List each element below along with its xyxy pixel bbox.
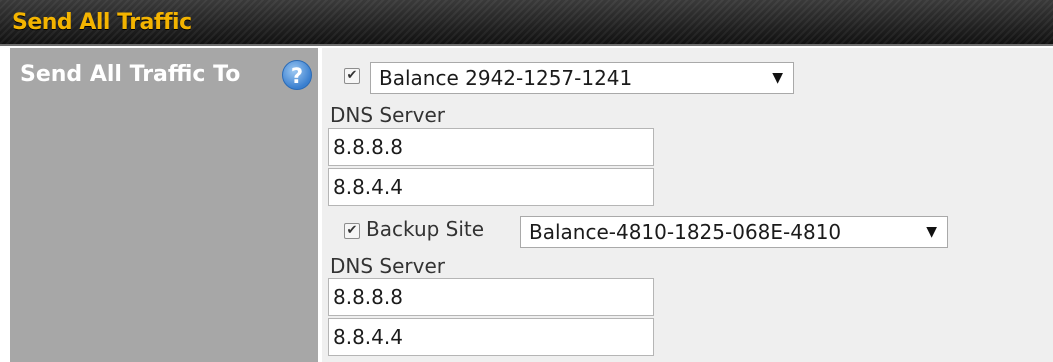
backup-peer-selected-value: Balance-4810-1825-068E-4810: [529, 220, 842, 244]
triangle-down-icon: ▼: [772, 70, 783, 86]
section-title: Send All Traffic: [12, 10, 192, 35]
checkmark-icon: ✔: [346, 223, 358, 238]
backup-peer-select[interactable]: Balance-4810-1825-068E-4810 ▼: [520, 216, 948, 248]
send-all-traffic-checkbox[interactable]: ✔: [344, 68, 360, 84]
send-all-traffic-to-label: Send All Traffic To: [20, 62, 241, 87]
send-all-traffic-panel: Send All Traffic Send All Traffic To ? ✔…: [0, 0, 1053, 362]
backup-dns-1-input[interactable]: 8.8.8.8: [328, 278, 654, 316]
backup-site-checkbox[interactable]: ✔: [344, 223, 360, 239]
value-cell: ✔ Balance 2942-1257-1241 ▼ DNS Server 8.…: [322, 48, 1053, 362]
label-cell: Send All Traffic To ?: [10, 48, 318, 362]
primary-peer-select[interactable]: Balance 2942-1257-1241 ▼: [370, 62, 794, 94]
backup-site-label: Backup Site: [366, 217, 485, 241]
backup-dns-2-input[interactable]: 8.8.4.4: [328, 318, 654, 356]
triangle-down-icon: ▼: [926, 224, 937, 240]
primary-dns-2-input[interactable]: 8.8.4.4: [328, 168, 654, 206]
checkmark-icon: ✔: [346, 68, 358, 83]
backup-dns-label: DNS Server: [330, 254, 445, 278]
primary-dns-1-input[interactable]: 8.8.8.8: [328, 128, 654, 166]
primary-peer-selected-value: Balance 2942-1257-1241: [379, 66, 633, 90]
help-icon[interactable]: ?: [282, 60, 312, 90]
primary-dns-label: DNS Server: [330, 103, 445, 127]
section-header: Send All Traffic: [0, 0, 1053, 46]
